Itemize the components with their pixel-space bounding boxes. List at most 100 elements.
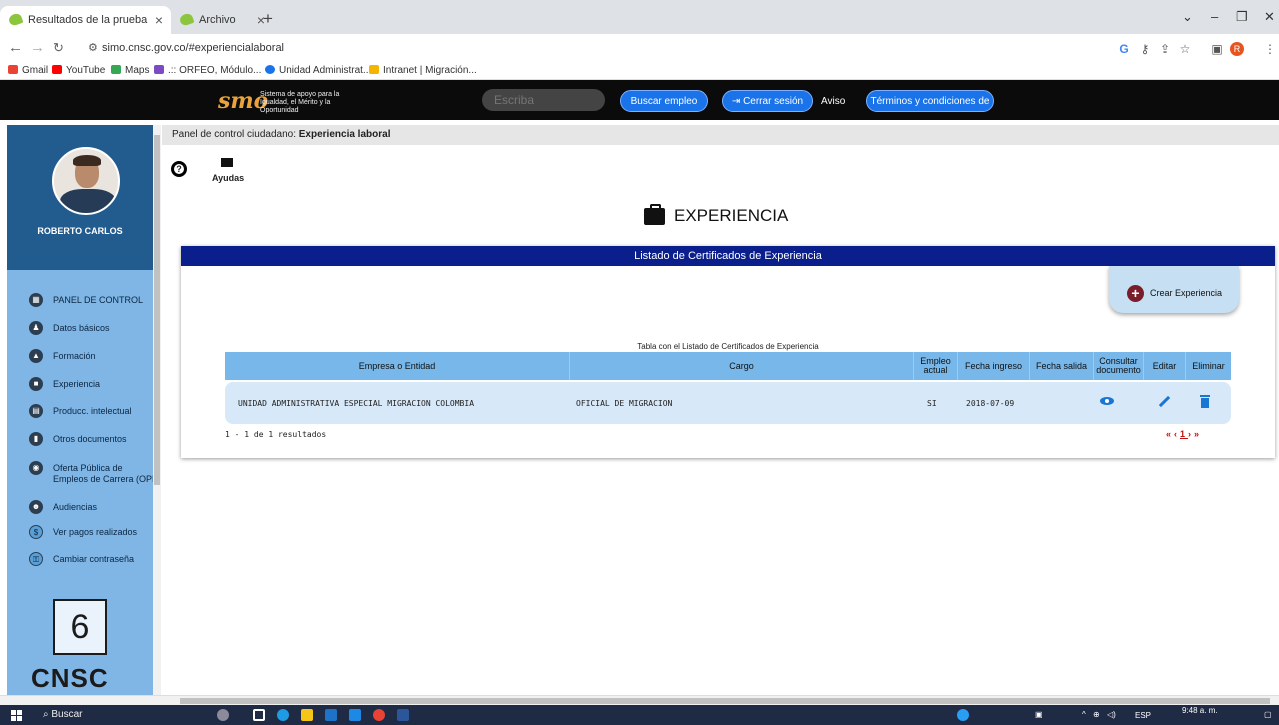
column-fecha-salida[interactable]: Fecha salida	[1030, 352, 1094, 380]
tab-resultados[interactable]: Resultados de la prueba ×	[0, 6, 171, 34]
password-key-icon[interactable]: ⚷	[1138, 42, 1152, 56]
sidebar-item-pagos[interactable]: $ Ver pagos realizados	[7, 522, 153, 542]
tray-chevron-icon[interactable]: ^	[1082, 710, 1086, 719]
sidebar-item-label: Cambiar contraseña	[53, 554, 135, 564]
windows-start-icon[interactable]	[11, 710, 23, 721]
cortana-elephant-icon[interactable]	[217, 709, 229, 721]
sidebar-scrollbar[interactable]	[153, 125, 161, 695]
sidebar-item-datos-basicos[interactable]: ♟ Datos básicos	[7, 318, 153, 338]
clock[interactable]: 9:48 a. m.	[1182, 706, 1218, 715]
avatar-body	[60, 189, 116, 213]
column-empleo-actual[interactable]: Empleo actual	[914, 352, 958, 380]
file-explorer-icon[interactable]	[301, 709, 313, 721]
site-favicon-icon	[178, 12, 195, 27]
scrollbar-thumb[interactable]	[154, 135, 160, 485]
table-caption: Tabla con el Listado de Certificados de …	[637, 342, 819, 351]
minimize-icon[interactable]: –	[1211, 9, 1218, 24]
close-window-icon[interactable]: ✕	[1264, 9, 1275, 25]
help-icon[interactable]: ?	[171, 161, 187, 177]
system-tray: ▣ ^ ⊕ ◁) ESP 9:48 a. m. ▢	[1035, 706, 1279, 725]
sidebar-item-label: Empleos de Carrera (OPEC)	[53, 474, 153, 484]
chrome-icon[interactable]	[373, 709, 385, 721]
sidebar-item-password[interactable]: ⚿ Cambiar contraseña	[7, 549, 153, 569]
briefcase-icon: ■	[29, 377, 43, 391]
back-icon[interactable]: ←	[8, 39, 23, 56]
simo-logo[interactable]: smo Sistema de apoyo para la Igualdad, e…	[218, 86, 358, 114]
google-icon[interactable]: G	[1117, 42, 1131, 56]
cell-empresa: UNIDAD ADMINISTRATIVA ESPECIAL MIGRACION…	[238, 399, 475, 408]
last-page-button[interactable]: »	[1194, 429, 1202, 439]
dollar-icon: $	[29, 525, 43, 539]
buscar-empleo-button[interactable]: Buscar empleo	[620, 90, 708, 112]
menu-kebab-icon[interactable]: ⋮	[1263, 42, 1277, 56]
help-center-icon[interactable]	[957, 709, 969, 721]
ayudas-label: Ayudas	[212, 173, 245, 183]
sidebar-item-experiencia[interactable]: ■ Experiencia	[7, 374, 153, 394]
delete-trash-icon[interactable]	[1200, 395, 1210, 408]
column-cargo[interactable]: Cargo	[570, 352, 914, 380]
logout-icon: ⇥	[731, 96, 744, 107]
ayudas-button[interactable]: Ayudas	[209, 158, 244, 183]
horizontal-scrollbar[interactable]	[0, 695, 1279, 705]
close-tab-icon[interactable]: ×	[155, 6, 163, 34]
bookmark-gmail[interactable]: Gmail	[8, 65, 48, 76]
share-icon[interactable]: ⇪	[1158, 42, 1172, 56]
language-indicator[interactable]: ESP	[1135, 711, 1151, 720]
address-bar[interactable]: ⚙ simo.cnsc.gov.co/#experiencialaboral	[82, 37, 1102, 60]
sidebar-item-formacion[interactable]: ▲ Formación	[7, 346, 153, 366]
bookmark-orfeo[interactable]: .:: ORFEO, Módulo...	[154, 65, 261, 76]
crear-experiencia-label: Crear Experiencia	[1150, 288, 1223, 298]
task-view-icon[interactable]	[253, 709, 265, 721]
sidebar-item-otros[interactable]: ▮ Otros documentos	[7, 429, 153, 449]
store-icon[interactable]	[325, 709, 337, 721]
profile-avatar-icon[interactable]: R	[1230, 42, 1244, 56]
bookmark-maps[interactable]: Maps	[111, 65, 149, 76]
reload-icon[interactable]: ↻	[53, 40, 64, 56]
notifications-icon[interactable]: ▢	[1264, 710, 1272, 719]
sidebar: ROBERTO CARLOS ▦ PANEL DE CONTROL ♟ Datos …	[7, 125, 153, 695]
bookmark-unidad[interactable]: Unidad Administrat...	[265, 65, 371, 76]
sidebar-item-opec[interactable]: ◉ Oferta Pública de Empleos de Carrera (OP…	[7, 458, 153, 490]
mail-icon[interactable]	[349, 709, 361, 721]
page-1-button[interactable]: 1	[1180, 429, 1188, 439]
column-fecha-ingreso[interactable]: Fecha ingreso	[958, 352, 1030, 380]
breadcrumb: Panel de control ciudadano: Experiencia …	[162, 125, 1279, 145]
first-page-button[interactable]: «	[1166, 429, 1174, 439]
forward-icon[interactable]: →	[30, 39, 45, 56]
bookmark-intranet[interactable]: Intranet | Migración...	[369, 65, 477, 76]
sidebar-item-audiencias[interactable]: ☻ Audiencias	[7, 497, 153, 517]
volume-icon[interactable]: ◁)	[1107, 710, 1116, 719]
cell-cargo: OFICIAL DE MIGRACION	[576, 399, 673, 408]
bookmark-youtube[interactable]: YouTube	[52, 65, 105, 76]
bookmark-star-icon[interactable]: ☆	[1178, 42, 1192, 56]
new-tab-icon[interactable]: +	[263, 9, 273, 29]
sidebar-item-produccion[interactable]: ▤ Producc. intelectual	[7, 401, 153, 421]
maximize-icon[interactable]: ❐	[1236, 9, 1248, 25]
dashboard-icon: ▦	[29, 293, 43, 307]
audience-icon: ☻	[29, 500, 43, 514]
breadcrumb-current: Experiencia laboral	[298, 129, 391, 140]
cerrar-sesion-button[interactable]: ⇥ Cerrar sesión	[722, 90, 813, 112]
sidepanel-icon[interactable]: ▣	[1210, 42, 1224, 56]
crear-experiencia-button[interactable]: + Crear Experiencia	[1109, 266, 1239, 313]
panel-title: Listado de Certificados de Experiencia	[181, 246, 1275, 266]
scrollbar-thumb[interactable]	[180, 698, 1270, 704]
edge-icon[interactable]	[277, 709, 289, 721]
tab-search-icon[interactable]: ⌄	[1182, 9, 1193, 25]
search-input[interactable]	[482, 89, 605, 111]
word-icon[interactable]	[397, 709, 409, 721]
pagination: «‹1›»	[1166, 429, 1202, 439]
tab-archivo-pdf[interactable]: Archivo PDF ×	[171, 6, 265, 54]
site-info-icon[interactable]: ⚙	[88, 43, 100, 54]
sidebar-item-panel[interactable]: ▦ PANEL DE CONTROL	[7, 290, 153, 310]
meet-now-icon[interactable]: ▣	[1035, 710, 1043, 719]
taskbar-search[interactable]: ⌕ Buscar	[43, 709, 83, 720]
aviso-link[interactable]: Aviso	[821, 96, 845, 107]
terminos-button[interactable]: Términos y condiciones de uso	[866, 90, 994, 129]
breadcrumb-prefix: Panel de control ciudadano:	[172, 129, 299, 140]
edit-pencil-icon[interactable]	[1158, 395, 1171, 408]
document-icon: ▮	[29, 432, 43, 446]
view-document-icon[interactable]	[1100, 394, 1114, 408]
network-icon[interactable]: ⊕	[1093, 710, 1100, 719]
column-empresa[interactable]: Empresa o Entidad	[225, 352, 570, 380]
